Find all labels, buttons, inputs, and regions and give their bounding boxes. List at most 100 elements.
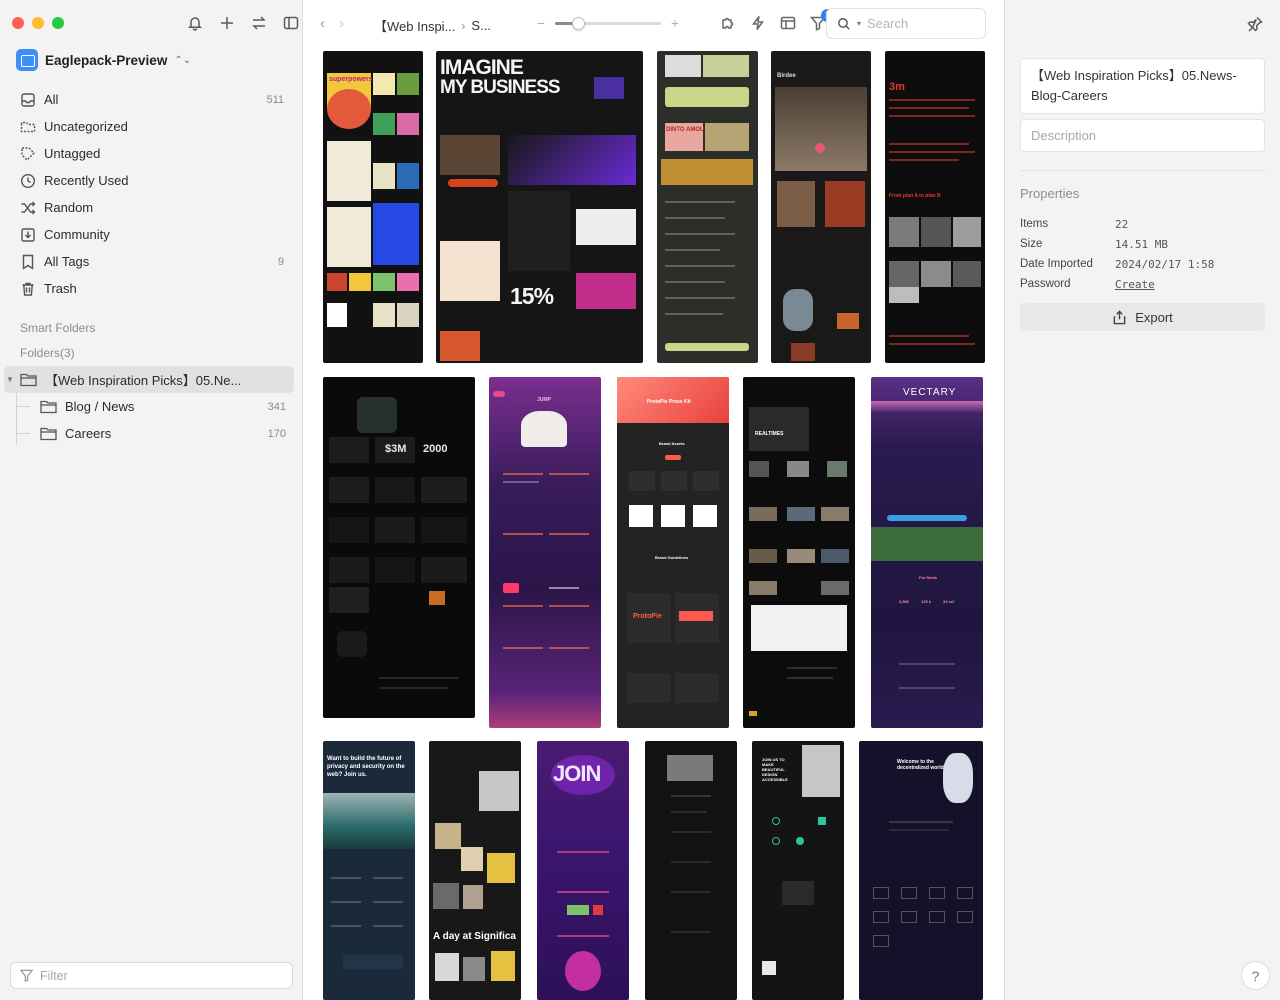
plus-icon [221, 17, 233, 29]
thumbnail-size-slider[interactable] [555, 16, 661, 30]
thumbnail-card[interactable]: 3m From plan A to plan B [885, 51, 985, 363]
thumb-text: JOIN [553, 761, 601, 786]
sidebar-item-label: Recently Used [44, 173, 129, 188]
add-button[interactable] [218, 14, 236, 32]
breadcrumb-separator: › [461, 18, 466, 33]
zoom-in-button[interactable]: + [669, 15, 681, 31]
property-key: Date Imported [1020, 258, 1093, 270]
item-count: 341 [267, 400, 286, 413]
actions-button[interactable] [749, 14, 767, 32]
folder-blog-news[interactable]: Blog / News 341 [4, 393, 294, 420]
filter-input[interactable]: Filter [10, 962, 293, 989]
folder-outline-icon [20, 121, 36, 132]
thumbnail-size-control: − + [535, 15, 681, 31]
help-button[interactable]: ? [1241, 961, 1270, 990]
sidebar-item-untagged[interactable]: Untagged [12, 140, 294, 167]
thumb-text: From plan A to plan B [889, 193, 941, 199]
toggle-sidebar-button[interactable] [282, 14, 300, 32]
property-value: 22 [1115, 217, 1129, 231]
folder-careers[interactable]: Careers 170 [4, 420, 294, 447]
thumbnail-card[interactable]: JOIN US TO MAKE BEAUTIFUL DESIGN ACCESSI… [752, 741, 844, 1000]
search-box[interactable]: ▾ [826, 8, 986, 39]
property-value: 2024/02/17 1:58 [1115, 257, 1215, 271]
library-name: Eaglepack-Preview [45, 52, 168, 68]
folder-label: 【Web Inspiration Picks】05.Ne... [45, 373, 242, 388]
thumbnail-card[interactable]: superpowers [323, 51, 423, 363]
thumb-text: 3,980 [899, 599, 910, 604]
chevron-updown-icon: ⌃⌄ [174, 54, 192, 66]
thumbnail-card[interactable]: ProtoPie Press Kit Brand Assets Brand Gu… [617, 377, 729, 728]
create-password-link[interactable]: Create [1115, 278, 1155, 291]
item-count: 170 [267, 427, 286, 440]
close-window-button[interactable] [12, 17, 24, 29]
divider [1020, 170, 1265, 171]
minimize-window-button[interactable] [32, 17, 44, 29]
smart-folders-heading[interactable]: Smart Folders [20, 321, 95, 335]
thumb-text: MY BUSINESS [440, 77, 561, 98]
folder-icon [40, 400, 57, 414]
inspector-panel: 【Web Inspiration Picks】05.News-Blog-Care… [1004, 0, 1280, 1000]
thumbnail-card[interactable]: $3M 2000 [323, 377, 475, 718]
bookmark-icon [22, 254, 34, 270]
sidebar-item-community[interactable]: Community [12, 221, 294, 248]
sidebar-item-recently-used[interactable]: Recently Used [12, 167, 294, 194]
thumbnail-card[interactable] [645, 741, 737, 1000]
folder-name-field[interactable]: 【Web Inspiration Picks】05.News-Blog-Care… [1020, 58, 1265, 114]
breadcrumb-item[interactable]: S... [471, 18, 491, 33]
lightning-icon [752, 16, 764, 30]
thumb-text: superpowers [329, 76, 373, 83]
library-icon [16, 49, 38, 71]
export-button[interactable]: Export [1020, 303, 1265, 331]
sidebar-item-trash[interactable]: Trash [12, 275, 294, 302]
thumb-text: For fields [919, 575, 938, 580]
thumbnail-card[interactable]: Want to build the future of privacy and … [323, 741, 415, 1000]
sidebar-item-all-tags[interactable]: All Tags 9 [12, 248, 294, 275]
thumbnail-card[interactable]: IMAGINE MY BUSINESS 15% [436, 51, 643, 363]
thumbnail-card[interactable]: JOIN [537, 741, 629, 1000]
description-field[interactable]: Description [1020, 119, 1265, 152]
disclosure-triangle-icon[interactable]: ▼ [4, 375, 16, 384]
library-switcher[interactable]: Eaglepack-Preview ⌃⌄ [16, 49, 191, 71]
sidebar-item-all[interactable]: All 511 [12, 86, 294, 113]
search-icon [838, 17, 850, 30]
chevron-down-icon[interactable]: ▾ [857, 19, 861, 28]
slider-knob[interactable] [572, 16, 586, 30]
thumb-text: Want to build the future of privacy and … [327, 756, 405, 778]
folders-heading[interactable]: Folders(3) [20, 346, 75, 360]
zoom-out-button[interactable]: − [535, 15, 547, 31]
layout-button[interactable] [779, 14, 797, 32]
breadcrumb-item[interactable]: 【Web Inspi... [374, 16, 455, 35]
thumbnail-card[interactable]: A day at Significa [429, 741, 521, 1000]
thumbnail-card[interactable]: Welcome to the decentralized world [859, 741, 983, 1000]
thumbnail-card[interactable]: Birdee [771, 51, 871, 363]
sidebar-item-random[interactable]: Random [12, 194, 294, 221]
search-input[interactable] [867, 16, 968, 31]
property-key: Items [1020, 218, 1049, 230]
thumb-text: JOIN US TO MAKE BEAUTIFUL DESIGN ACCESSI… [762, 757, 788, 782]
thumbnail-card[interactable]: REALTIMES [743, 377, 855, 728]
zoom-window-button[interactable] [52, 17, 64, 29]
funnel-icon [20, 969, 33, 982]
forward-button[interactable]: › [339, 15, 344, 32]
thumb-text: 15% [510, 283, 554, 309]
notification-bell-button[interactable] [186, 14, 204, 32]
folder-web-inspiration-picks[interactable]: ▼ 【Web Inspiration Picks】05.Ne... [4, 366, 294, 393]
sync-button[interactable] [250, 14, 268, 32]
property-row-password: Password Create [1020, 274, 1265, 294]
folder-icon [40, 427, 57, 441]
plugins-button[interactable] [719, 14, 737, 32]
back-button[interactable]: ‹ [320, 15, 325, 32]
pin-button[interactable] [1246, 15, 1264, 33]
thumbnail-card[interactable]: DINTO AMOUNT [657, 51, 758, 363]
sidebar-item-label: Trash [44, 281, 77, 296]
tag-outline-icon [21, 146, 35, 161]
main-toolbar: ‹ › 【Web Inspi... › S... − + 1 ▾ [304, 0, 1004, 46]
sidebar-item-label: Uncategorized [44, 119, 128, 134]
thumb-text: 2000 [423, 443, 448, 455]
sidebar-item-uncategorized[interactable]: Uncategorized [12, 113, 294, 140]
thumbnail-card[interactable]: JUMP [489, 377, 601, 728]
thumb-text: A day at Significa [433, 931, 516, 942]
filter-button[interactable]: 1 [809, 9, 834, 32]
thumbnail-card[interactable]: VECTARY For fields 3,980 125 k 34 m2 [871, 377, 983, 728]
property-row-size: Size 14.51 MB [1020, 234, 1265, 254]
